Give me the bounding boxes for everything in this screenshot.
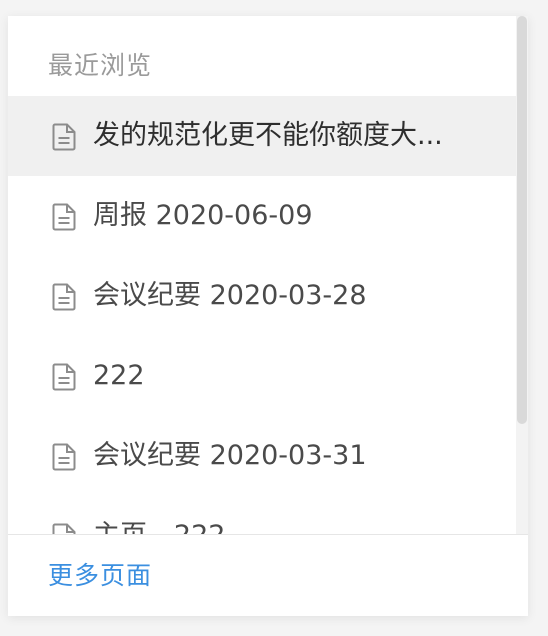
recent-header: 最近浏览 xyxy=(48,51,153,80)
list-item[interactable]: 周报 2020-06-09 xyxy=(8,176,516,256)
list-item[interactable]: 会议纪要 2020-03-31 xyxy=(8,416,516,496)
popover-footer: 更多页面 xyxy=(8,534,528,616)
list-item-label: 周报 2020-06-09 xyxy=(93,200,313,231)
scrollbar[interactable] xyxy=(516,16,528,534)
list-item-label: 222 xyxy=(93,360,145,391)
list-item-label: 会议纪要 2020-03-28 xyxy=(93,280,367,311)
list-item-label: 主页 - 222 xyxy=(93,519,456,534)
list-item[interactable]: 会议纪要 2020-03-28 xyxy=(8,256,516,336)
recent-list[interactable]: 发的规范化更不能你额度大... 周报 2020-06-09 会议纪要 2020-… xyxy=(8,96,516,534)
document-icon xyxy=(52,123,76,151)
list-item[interactable]: 222 xyxy=(8,336,516,416)
list-item[interactable]: 主页 - 222 xyxy=(8,496,516,534)
list-item-label: 会议纪要 2020-03-31 xyxy=(93,440,367,471)
document-icon xyxy=(52,443,76,471)
document-icon xyxy=(52,283,76,311)
scrollbar-thumb[interactable] xyxy=(517,16,527,424)
list-item[interactable]: 发的规范化更不能你额度大... xyxy=(8,96,516,176)
document-icon xyxy=(52,523,76,534)
list-item-label: 发的规范化更不能你额度大... xyxy=(93,120,443,151)
more-pages-link[interactable]: 更多页面 xyxy=(48,559,152,593)
document-icon xyxy=(52,203,76,231)
recent-pages-popover: 最近浏览 发的规范化更不能你额度大... 周报 2020-06-09 会议纪要 … xyxy=(8,16,528,616)
document-icon xyxy=(52,363,76,391)
